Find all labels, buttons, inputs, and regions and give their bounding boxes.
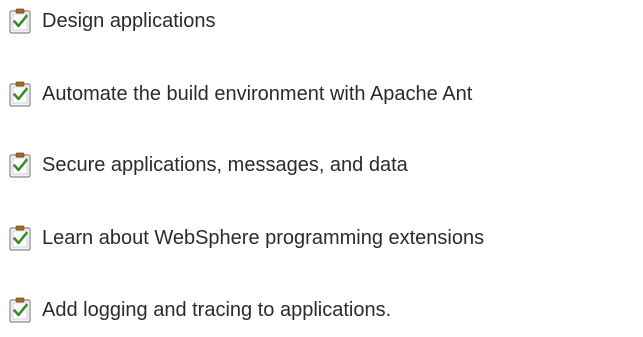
task-list: Design applications Automate the build e… — [0, 0, 643, 337]
task-item-logging-tracing[interactable]: Add logging and tracing to applications. — [8, 295, 391, 325]
task-label: Automate the build environment with Apac… — [42, 83, 473, 105]
clipboard-check-icon — [9, 81, 31, 107]
task-label: Design applications — [42, 10, 216, 32]
task-item-design-applications[interactable]: Design applications — [8, 6, 215, 36]
clipboard-check-icon — [9, 297, 31, 323]
task-label: Secure applications, messages, and data — [42, 154, 408, 176]
task-item-websphere-extensions[interactable]: Learn about WebSphere programming extens… — [8, 223, 484, 253]
clipboard-check-icon — [9, 8, 31, 34]
clipboard-check-icon — [9, 152, 31, 178]
task-label: Add logging and tracing to applications. — [42, 299, 392, 321]
task-label: Learn about WebSphere programming extens… — [42, 227, 485, 249]
task-item-automate-build[interactable]: Automate the build environment with Apac… — [8, 79, 472, 109]
clipboard-check-icon — [9, 225, 31, 251]
task-item-secure-applications[interactable]: Secure applications, messages, and data — [8, 150, 408, 180]
